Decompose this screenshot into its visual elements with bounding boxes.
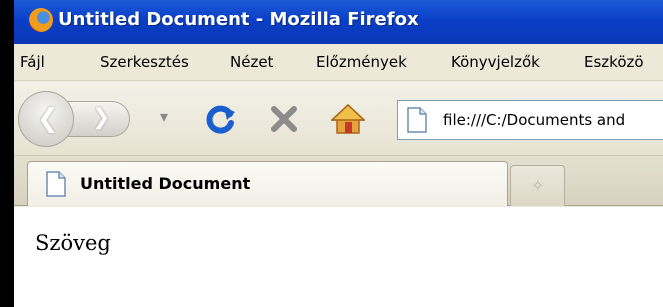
back-arrow-icon: ❮ xyxy=(37,104,59,134)
tab-title: Untitled Document xyxy=(80,174,251,193)
page-icon xyxy=(407,107,427,133)
address-bar[interactable]: file:///C:/Documents and xyxy=(397,100,663,140)
plus-icon: ✧ xyxy=(531,176,545,195)
menu-bar: Fájl Szerkesztés Nézet Előzmények Könyvj… xyxy=(14,44,663,81)
forward-arrow-icon: ❯ xyxy=(92,105,111,130)
window-title: Untitled Document - Mozilla Firefox xyxy=(58,9,419,30)
tab-untitled-document[interactable]: Untitled Document xyxy=(27,161,508,206)
menu-bookmarks[interactable]: Könyvjelzők xyxy=(451,53,540,71)
menu-file[interactable]: Fájl xyxy=(20,53,45,71)
menu-view[interactable]: Nézet xyxy=(230,53,273,71)
home-icon[interactable] xyxy=(331,102,365,136)
navigation-toolbar: ❯ ❮ ▾ file:///C:/Documents and xyxy=(14,82,663,156)
reload-icon[interactable] xyxy=(204,102,238,136)
menu-edit[interactable]: Szerkesztés xyxy=(100,53,189,71)
stop-icon[interactable] xyxy=(267,102,301,136)
back-forward-group: ❯ ❮ xyxy=(18,91,152,147)
back-button[interactable]: ❮ xyxy=(18,91,74,147)
url-text[interactable]: file:///C:/Documents and xyxy=(443,111,625,129)
menu-tools[interactable]: Eszközö xyxy=(584,53,644,71)
page-content: Szöveg xyxy=(14,207,663,307)
forward-button[interactable]: ❯ xyxy=(68,101,130,137)
browser-window: Untitled Document - Mozilla Firefox Fájl… xyxy=(14,0,663,307)
title-bar: Untitled Document - Mozilla Firefox xyxy=(14,0,663,44)
firefox-icon[interactable] xyxy=(29,8,53,32)
page-body-text: Szöveg xyxy=(35,231,111,255)
history-dropdown-icon[interactable]: ▾ xyxy=(160,107,168,126)
menu-history[interactable]: Előzmények xyxy=(316,53,407,71)
tab-strip: Untitled Document ✧ xyxy=(14,156,663,206)
page-icon xyxy=(46,171,66,197)
new-tab-button[interactable]: ✧ xyxy=(510,165,565,206)
